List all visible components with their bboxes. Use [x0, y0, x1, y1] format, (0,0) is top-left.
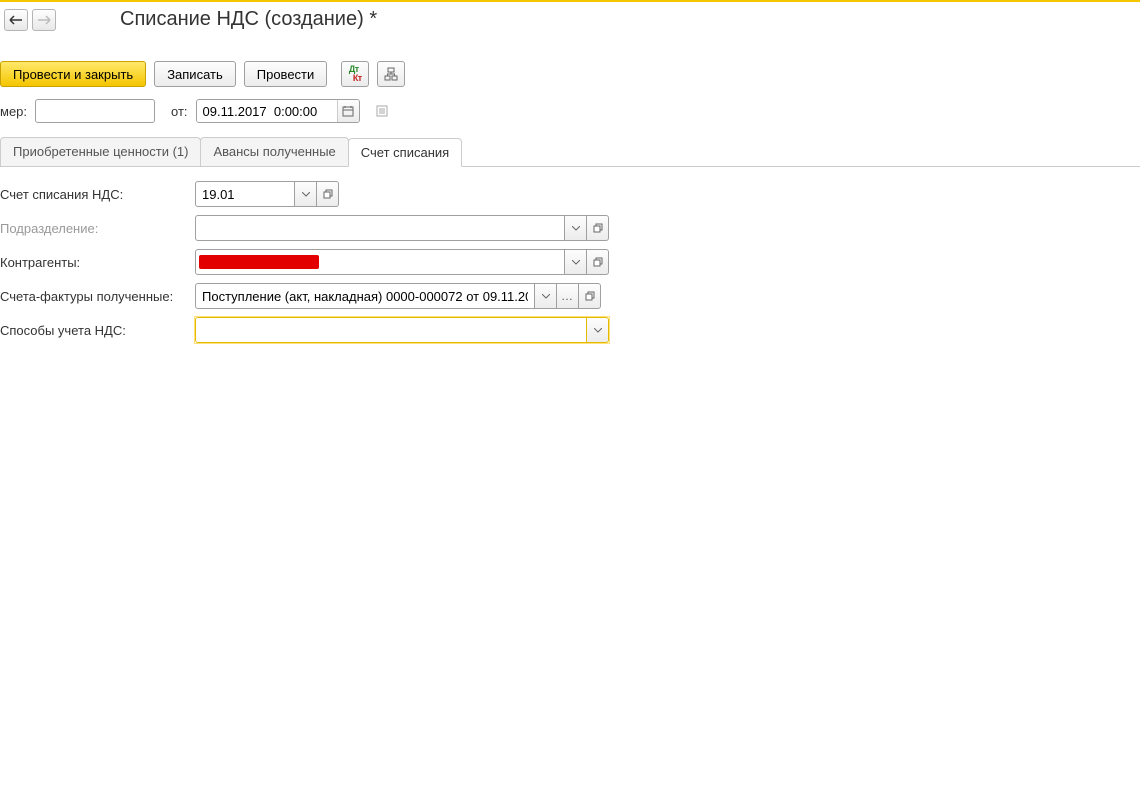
chevron-down-icon — [542, 294, 550, 299]
post-button[interactable]: Провести — [244, 61, 328, 87]
nds-method-input[interactable] — [195, 317, 587, 343]
page-title: Списание НДС (создание) * — [120, 8, 377, 31]
date-field[interactable] — [196, 99, 360, 123]
invoice-input[interactable] — [195, 283, 535, 309]
chevron-down-icon — [572, 260, 580, 265]
nds-method-label: Способы учета НДС: — [0, 323, 195, 338]
contragent-open[interactable] — [587, 249, 609, 275]
open-icon — [585, 291, 595, 301]
nds-method-dropdown[interactable] — [587, 317, 609, 343]
invoice-label: Счета-фактуры полученные: — [0, 289, 195, 304]
division-label: Подразделение: — [0, 221, 195, 236]
invoice-combo: … — [195, 283, 601, 309]
chevron-down-icon — [302, 192, 310, 197]
invoice-more[interactable]: … — [557, 283, 579, 309]
save-button[interactable]: Записать — [154, 61, 236, 87]
account-dropdown[interactable] — [295, 181, 317, 207]
open-icon — [593, 223, 603, 233]
nds-method-combo — [195, 317, 609, 343]
structure-icon — [384, 67, 398, 81]
invoice-open[interactable] — [579, 283, 601, 309]
tab-advances-received[interactable]: Авансы полученные — [200, 137, 348, 166]
debit-credit-button[interactable]: ДтКт — [341, 61, 369, 87]
from-label: от: — [171, 104, 188, 119]
list-icon[interactable] — [374, 103, 390, 119]
back-button[interactable] — [4, 9, 28, 31]
open-icon — [323, 189, 333, 199]
post-and-close-button[interactable]: Провести и закрыть — [0, 61, 146, 87]
division-combo — [195, 215, 609, 241]
open-icon — [593, 257, 603, 267]
chevron-down-icon — [572, 226, 580, 231]
arrow-left-icon — [9, 15, 23, 25]
tabs: Приобретенные ценности (1) Авансы получе… — [0, 137, 1140, 167]
dtkt-icon: ДтКт — [349, 65, 362, 83]
chevron-down-icon — [594, 328, 602, 333]
tab-acquired-values[interactable]: Приобретенные ценности (1) — [0, 137, 201, 166]
account-input[interactable] — [195, 181, 295, 207]
calendar-button[interactable] — [337, 100, 359, 122]
contragent-label: Контрагенты: — [0, 255, 195, 270]
contragent-dropdown[interactable] — [565, 249, 587, 275]
division-dropdown[interactable] — [565, 215, 587, 241]
account-open[interactable] — [317, 181, 339, 207]
redacted-marker — [199, 255, 319, 269]
number-label: мер: — [0, 104, 27, 119]
account-label: Счет списания НДС: — [0, 187, 195, 202]
arrow-right-icon — [37, 15, 51, 25]
structure-button[interactable] — [377, 61, 405, 87]
forward-button[interactable] — [32, 9, 56, 31]
number-input[interactable] — [35, 99, 155, 123]
division-open[interactable] — [587, 215, 609, 241]
division-input[interactable] — [195, 215, 565, 241]
date-input[interactable] — [197, 100, 337, 122]
account-combo — [195, 181, 339, 207]
tab-writeoff-account[interactable]: Счет списания — [348, 138, 462, 167]
calendar-icon — [342, 105, 354, 117]
invoice-dropdown[interactable] — [535, 283, 557, 309]
